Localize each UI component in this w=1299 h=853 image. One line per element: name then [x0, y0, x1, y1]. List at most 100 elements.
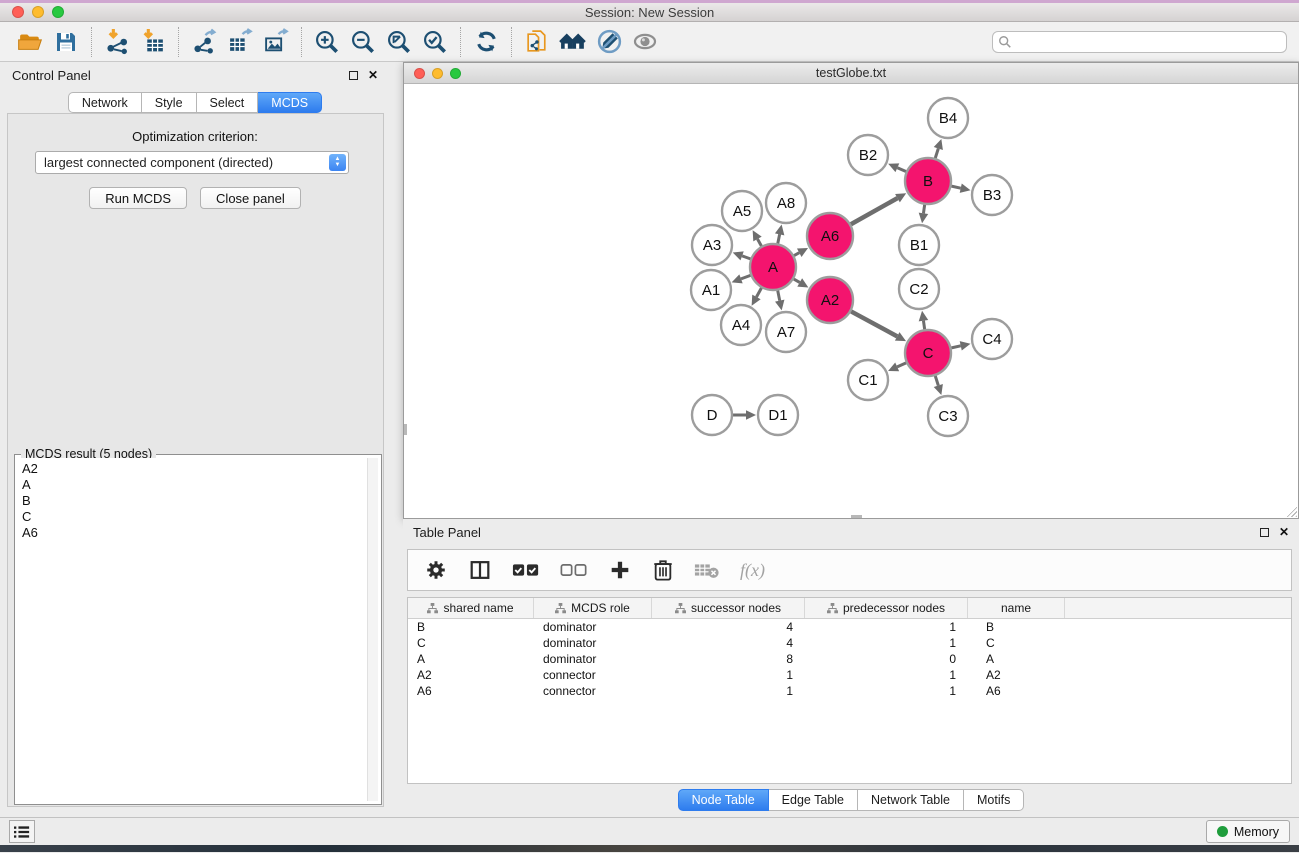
- graph-edge-B-B1[interactable]: [919, 205, 929, 223]
- zoom-window-button[interactable]: [52, 6, 64, 18]
- graph-node-B2[interactable]: B2: [848, 135, 888, 175]
- import-table-button[interactable]: [135, 26, 171, 58]
- tab-node-table[interactable]: Node Table: [678, 789, 769, 811]
- graph-edge-A-A4[interactable]: [752, 288, 762, 306]
- column-header-predecessor-nodes[interactable]: predecessor nodes: [805, 598, 968, 618]
- open-session-button[interactable]: [12, 26, 48, 58]
- table-row[interactable]: Cdominator41C: [408, 635, 1291, 651]
- graph-edge-A-A2[interactable]: [794, 278, 809, 287]
- import-network-button[interactable]: [99, 26, 135, 58]
- graph-node-A8[interactable]: A8: [766, 183, 806, 223]
- first-neighbors-button[interactable]: [555, 26, 591, 58]
- graph-node-A5[interactable]: A5: [722, 191, 762, 231]
- delete-columns-button[interactable]: [652, 558, 674, 582]
- save-session-button[interactable]: [48, 26, 84, 58]
- graph-node-B4[interactable]: B4: [928, 98, 968, 138]
- graph-node-C2[interactable]: C2: [899, 269, 939, 309]
- search-field[interactable]: [992, 31, 1287, 53]
- graph-node-A7[interactable]: A7: [766, 312, 806, 352]
- graph-edge-A-A8[interactable]: [775, 225, 784, 244]
- graph-node-C[interactable]: C: [905, 330, 951, 376]
- column-header-mcds-role[interactable]: MCDS role: [534, 598, 652, 618]
- graph-edge-D-D1[interactable]: [733, 410, 756, 420]
- function-builder-button[interactable]: f(x): [740, 560, 765, 581]
- deselect-all-columns-button[interactable]: [560, 560, 588, 580]
- hide-labels-button[interactable]: [591, 26, 627, 58]
- column-header-shared-name[interactable]: shared name: [408, 598, 534, 618]
- table-row[interactable]: Bdominator41B: [408, 619, 1291, 635]
- zoom-selected-button[interactable]: [417, 26, 453, 58]
- graph-node-B[interactable]: B: [905, 158, 951, 204]
- network-minimize-button[interactable]: [432, 68, 443, 79]
- split-panel-button[interactable]: [468, 558, 492, 582]
- graph-edge-A-A5[interactable]: [753, 230, 762, 246]
- network-from-document-button[interactable]: [519, 26, 555, 58]
- memory-button[interactable]: Memory: [1206, 820, 1290, 843]
- graph-edge-A6-B[interactable]: [851, 193, 906, 224]
- minimize-window-button[interactable]: [32, 6, 44, 18]
- result-item[interactable]: C: [18, 509, 367, 525]
- graph-edge-C-C3[interactable]: [934, 376, 943, 395]
- network-window-titlebar[interactable]: testGlobe.txt: [404, 63, 1298, 84]
- result-item[interactable]: A6: [18, 525, 367, 541]
- graph-edge-A-A7[interactable]: [775, 291, 784, 311]
- zoom-out-button[interactable]: [345, 26, 381, 58]
- graph-node-C3[interactable]: C3: [928, 396, 968, 436]
- network-vertical-scroll-thumb[interactable]: [404, 424, 407, 435]
- float-panel-icon[interactable]: [349, 71, 358, 80]
- tab-network[interactable]: Network: [68, 92, 142, 113]
- result-scrollbar[interactable]: [367, 458, 378, 801]
- graph-edge-A-A1[interactable]: [732, 274, 751, 283]
- delete-table-button[interactable]: [694, 560, 720, 580]
- graph-node-D1[interactable]: D1: [758, 395, 798, 435]
- column-settings-button[interactable]: [424, 558, 448, 582]
- network-canvas[interactable]: AA1A2A3A4A5A6A7A8BB1B2B3B4CC1C2C3C4DD1: [404, 84, 1298, 518]
- graph-edge-C-C1[interactable]: [888, 362, 906, 371]
- criterion-select[interactable]: largest connected component (directed) ▲…: [35, 151, 349, 174]
- close-panel-button[interactable]: Close panel: [200, 187, 301, 209]
- result-item[interactable]: A: [18, 477, 367, 493]
- graph-node-A[interactable]: A: [750, 244, 796, 290]
- graph-edge-A2-C[interactable]: [851, 311, 906, 341]
- tab-select[interactable]: Select: [197, 92, 259, 113]
- zoom-fit-button[interactable]: [381, 26, 417, 58]
- result-item[interactable]: A2: [18, 461, 367, 477]
- float-table-panel-icon[interactable]: [1260, 528, 1269, 537]
- task-history-button[interactable]: [9, 820, 35, 843]
- graph-node-C1[interactable]: C1: [848, 360, 888, 400]
- graph-node-A3[interactable]: A3: [692, 225, 732, 265]
- apply-layout-button[interactable]: [468, 26, 504, 58]
- graph-node-A1[interactable]: A1: [691, 270, 731, 310]
- search-input[interactable]: [1012, 35, 1281, 49]
- tab-edge-table[interactable]: Edge Table: [769, 789, 858, 811]
- graph-node-D[interactable]: D: [692, 395, 732, 435]
- column-header-successor-nodes[interactable]: successor nodes: [652, 598, 805, 618]
- close-table-panel-icon[interactable]: ✕: [1279, 526, 1289, 538]
- close-window-button[interactable]: [12, 6, 24, 18]
- network-zoom-button[interactable]: [450, 68, 461, 79]
- graph-edge-B-B4[interactable]: [934, 139, 943, 158]
- graph-node-A4[interactable]: A4: [721, 305, 761, 345]
- tab-mcds[interactable]: MCDS: [258, 92, 322, 113]
- create-column-button[interactable]: [608, 558, 632, 582]
- table-row[interactable]: Adominator80A: [408, 651, 1291, 667]
- graph-edge-B-B2[interactable]: [888, 163, 906, 172]
- run-mcds-button[interactable]: Run MCDS: [89, 187, 187, 209]
- table-row[interactable]: A2connector11A2: [408, 667, 1291, 683]
- select-all-columns-button[interactable]: [512, 560, 540, 580]
- export-table-button[interactable]: [222, 26, 258, 58]
- graph-edge-A-A6[interactable]: [794, 248, 808, 257]
- graph-node-A2[interactable]: A2: [807, 277, 853, 323]
- network-horizontal-scroll-thumb[interactable]: [851, 515, 862, 518]
- table-row[interactable]: A6connector11A6: [408, 683, 1291, 699]
- graph-node-C4[interactable]: C4: [972, 319, 1012, 359]
- export-network-button[interactable]: [186, 26, 222, 58]
- show-graphics-details-button[interactable]: [627, 26, 663, 58]
- graph-node-B1[interactable]: B1: [899, 225, 939, 265]
- close-panel-icon[interactable]: ✕: [368, 69, 378, 81]
- result-item[interactable]: B: [18, 493, 367, 509]
- export-image-button[interactable]: [258, 26, 294, 58]
- graph-node-A6[interactable]: A6: [807, 213, 853, 259]
- graph-edge-C-C4[interactable]: [951, 341, 970, 350]
- network-close-button[interactable]: [414, 68, 425, 79]
